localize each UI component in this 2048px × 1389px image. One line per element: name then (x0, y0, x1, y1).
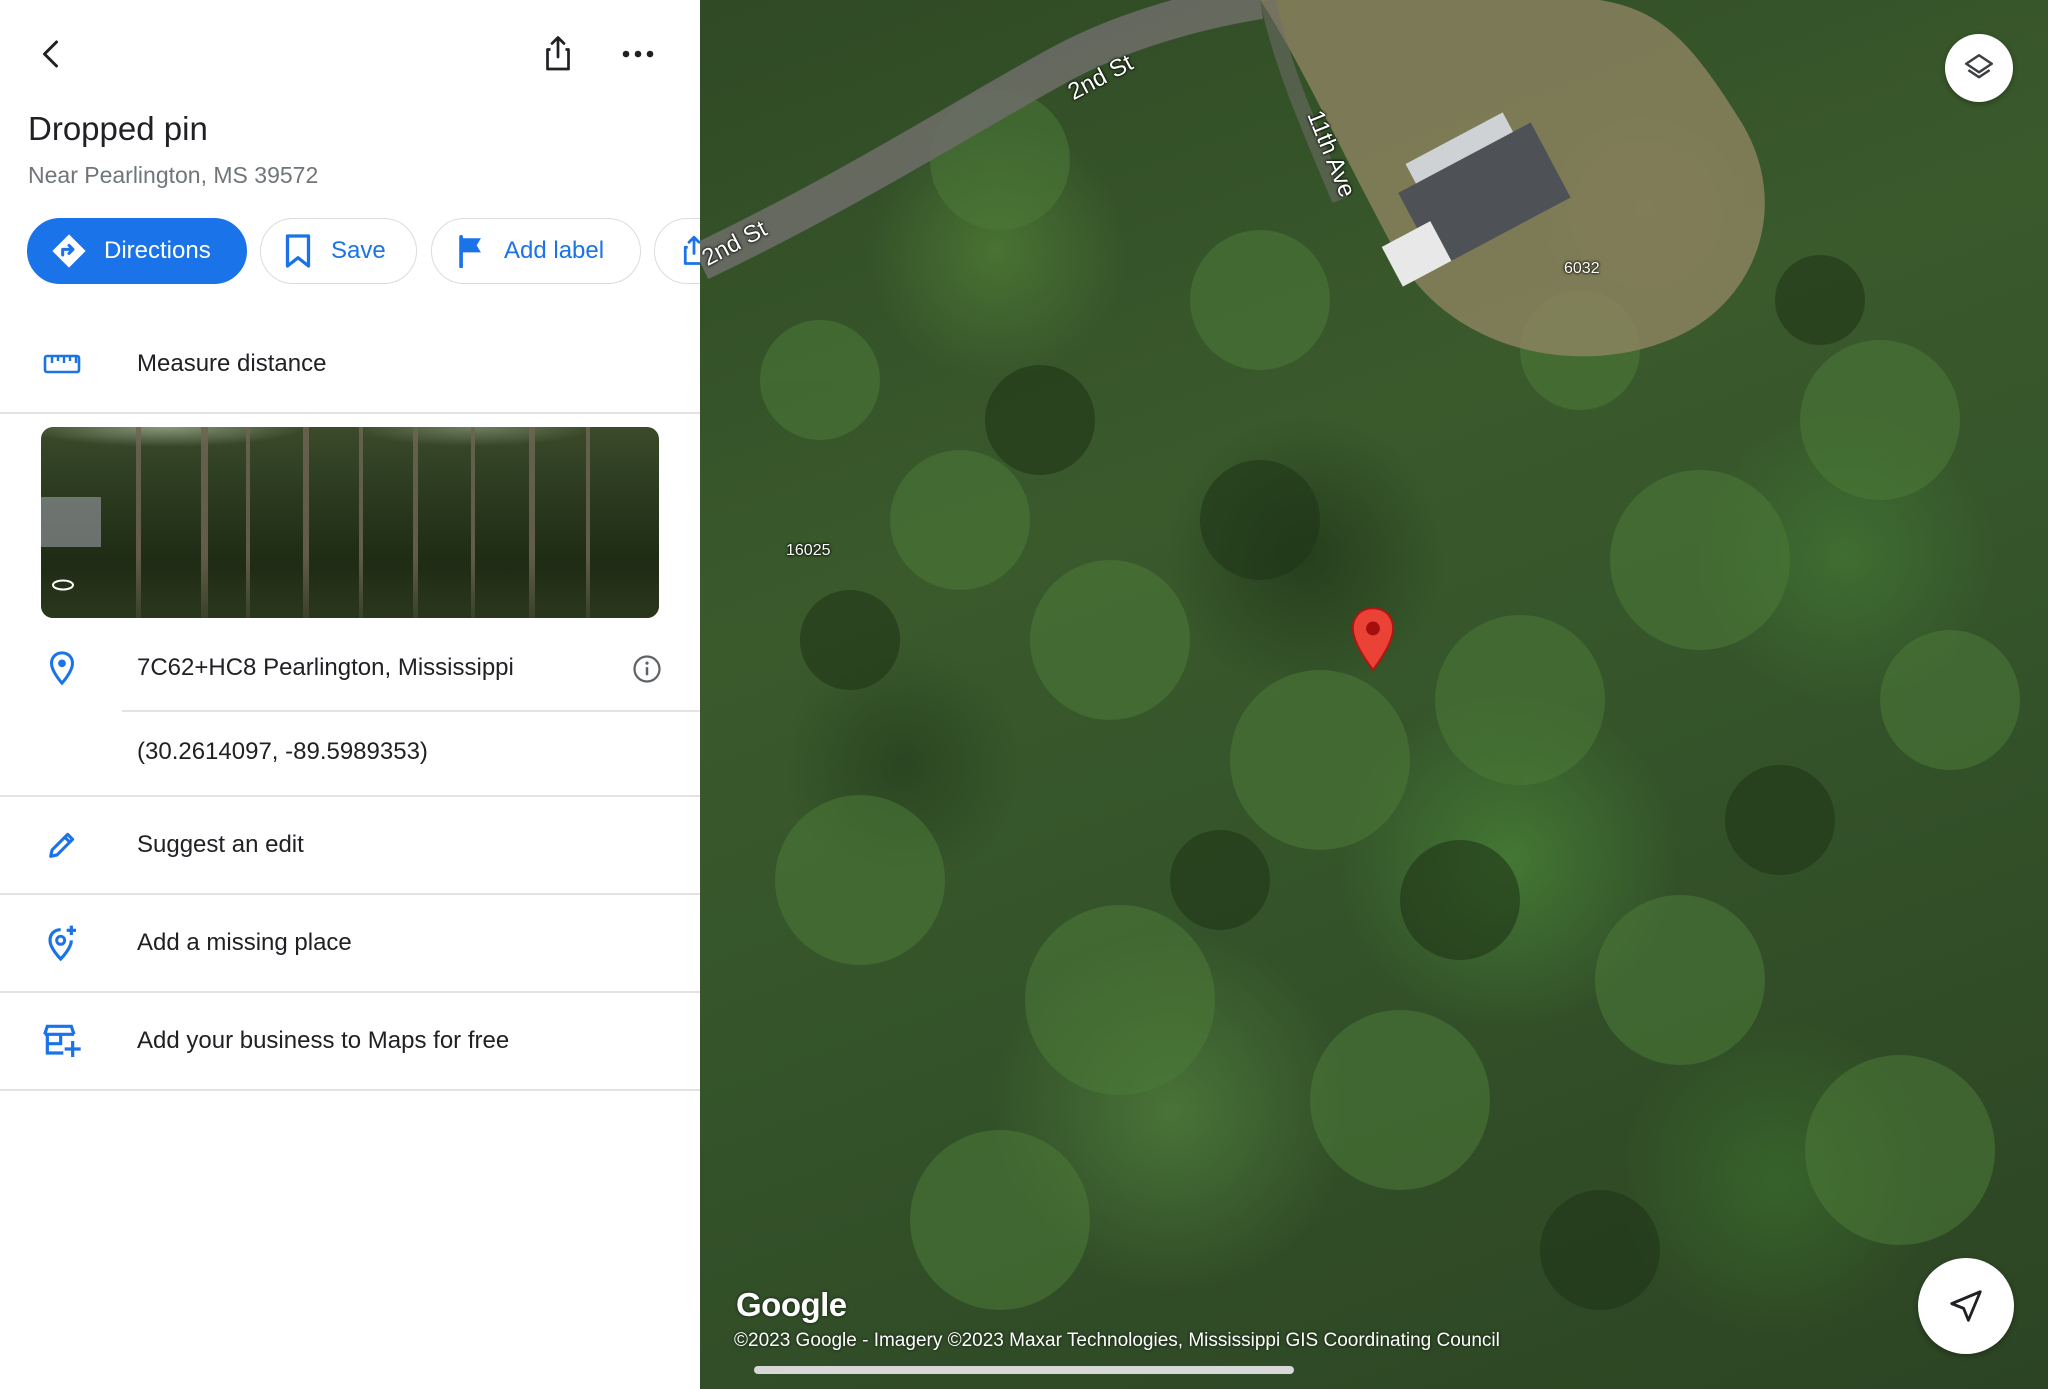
add-label-button[interactable]: Add label (431, 218, 641, 284)
google-logo: Google (736, 1286, 847, 1323)
divider (0, 412, 700, 414)
map-features (700, 0, 2020, 1310)
back-button[interactable] (28, 30, 76, 78)
place-title: Dropped pin (28, 110, 208, 147)
directions-button[interactable]: Directions (27, 218, 247, 284)
add-business-icon (40, 1019, 84, 1063)
layers-icon (1964, 53, 1994, 79)
lot-number-label: 16025 (786, 542, 831, 559)
add-location-icon (40, 921, 84, 965)
divider (122, 710, 700, 712)
share-button[interactable] (534, 30, 582, 78)
navigation-arrow-icon (1950, 1290, 1982, 1322)
measure-distance-label: Measure distance (137, 350, 327, 377)
add-business-row[interactable]: Add your business to Maps for free (0, 1011, 700, 1071)
add-label-label: Add label (504, 237, 605, 264)
add-missing-place-label: Add a missing place (137, 929, 352, 956)
directions-icon (50, 232, 88, 270)
layers-button[interactable] (1945, 34, 2013, 102)
divider (0, 795, 700, 797)
flag-icon (456, 234, 486, 268)
plus-code-text: 7C62+HC8 Pearlington, Mississippi (137, 654, 514, 681)
info-icon (633, 655, 661, 683)
share-chip-button[interactable] (654, 218, 700, 284)
map-copyright: ©2023 Google - Imagery ©2023 Maxar Techn… (734, 1330, 1500, 1351)
share-icon (546, 36, 570, 71)
rotate-360-icon (51, 577, 75, 598)
home-indicator[interactable] (754, 1366, 1294, 1374)
ruler-icon (40, 342, 84, 386)
suggest-edit-row[interactable]: Suggest an edit (0, 815, 700, 875)
add-missing-place-row[interactable]: Add a missing place (0, 913, 700, 973)
divider (0, 1089, 700, 1091)
divider (0, 991, 700, 993)
place-panel: Dropped pin Near Pearlington, MS 39572 D… (0, 0, 700, 1389)
more-options-button[interactable] (614, 30, 662, 78)
chevron-left-icon (43, 40, 58, 68)
suggest-edit-label: Suggest an edit (137, 831, 304, 858)
more-horizontal-icon (622, 50, 654, 58)
bookmark-icon (283, 233, 313, 269)
plus-code-row[interactable]: 7C62+HC8 Pearlington, Mississippi (0, 638, 700, 698)
save-button[interactable]: Save (260, 218, 417, 284)
pencil-icon (40, 823, 84, 867)
dropped-pin-marker[interactable] (1350, 606, 1396, 672)
my-location-button[interactable] (1918, 1258, 2014, 1354)
coordinates-text: (30.2614097, -89.5989353) (137, 738, 428, 765)
share-icon (679, 233, 700, 269)
directions-label: Directions (104, 237, 211, 264)
map-pin-icon (1351, 607, 1395, 672)
add-business-label: Add your business to Maps for free (137, 1027, 510, 1054)
street-view-thumbnail[interactable] (41, 427, 659, 618)
place-subtitle: Near Pearlington, MS 39572 (28, 162, 319, 188)
measure-distance-row[interactable]: Measure distance (0, 334, 700, 394)
satellite-map[interactable]: 2nd St 2nd St 11th Ave 6032 16025 Google… (700, 0, 2048, 1389)
info-button[interactable] (632, 654, 662, 684)
location-pin-icon (40, 646, 84, 690)
divider (0, 893, 700, 895)
house-number-label: 6032 (1564, 260, 1600, 277)
coordinates-row[interactable]: (30.2614097, -89.5989353) (0, 722, 700, 782)
save-label: Save (331, 237, 386, 264)
